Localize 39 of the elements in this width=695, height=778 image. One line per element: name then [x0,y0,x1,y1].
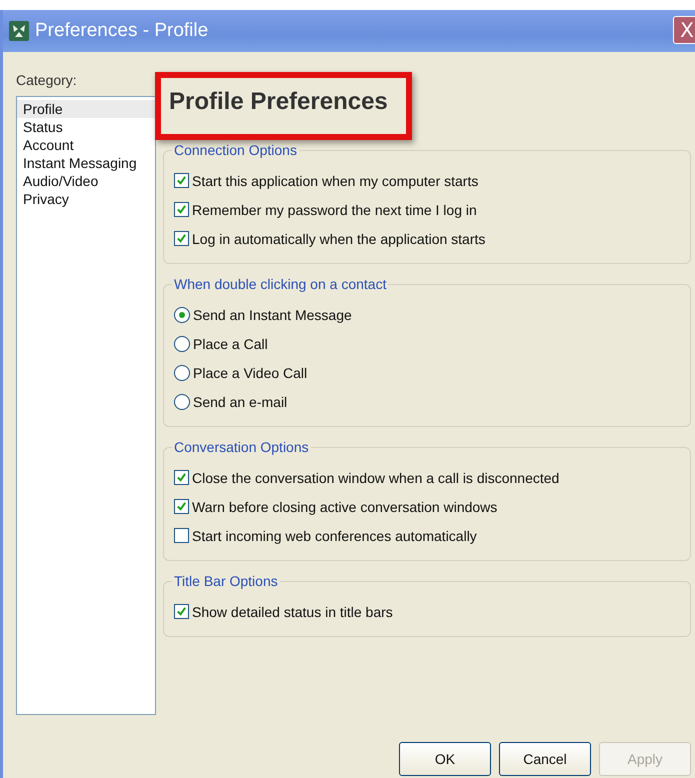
category-item[interactable]: Status [17,118,155,136]
checkbox[interactable] [174,173,189,188]
dialog-button[interactable]: OK [399,742,491,776]
option-label: Show detailed status in title bars [192,604,393,620]
option-label: Send an Instant Message [193,306,352,322]
close-button[interactable]: X [673,16,695,44]
group-title: Title Bar Options [173,573,279,589]
category-item[interactable]: Privacy [17,190,155,208]
group-title: Connection Options [173,142,298,158]
option-label: Place a Call [193,336,268,352]
radio-button[interactable] [174,306,190,322]
option-label: Log in automatically when the application starts [192,230,486,246]
page-heading: Profile Preferences [169,88,388,115]
checkbox[interactable] [174,499,189,514]
option-label: Remember my password the next time I log in [192,202,477,218]
option-label: Start incoming web conferences automatically [192,528,477,544]
dialog-button[interactable]: Cancel [499,742,591,776]
option-label: Send an e-mail [193,394,288,410]
checkbox[interactable] [174,470,189,485]
checkbox[interactable] [174,604,189,619]
radio-button[interactable] [174,364,190,380]
option-label: Warn before closing active conversation windows [192,498,498,514]
radio-button[interactable] [174,336,190,352]
option-label: Place a Video Call [193,364,308,380]
checkbox[interactable] [174,202,189,217]
option-label: Close the conversation window when a call is disconnected [192,470,560,486]
category-item[interactable]: Account [17,136,155,154]
category-label: Category: [16,72,78,88]
radio-button[interactable] [174,394,190,410]
app-icon [9,21,29,41]
checkbox[interactable] [174,231,189,246]
category-item[interactable]: Profile [17,100,155,118]
group-title: When double clicking on a contact [173,276,388,292]
window-title: Preferences - Profile [35,20,208,42]
option-label: Start this application when my computer starts [192,172,478,188]
group-title: Conversation Options [173,439,310,455]
category-item[interactable]: Audio/Video [17,172,155,190]
checkbox[interactable] [174,528,189,543]
category-item[interactable]: Instant Messaging [17,154,155,172]
